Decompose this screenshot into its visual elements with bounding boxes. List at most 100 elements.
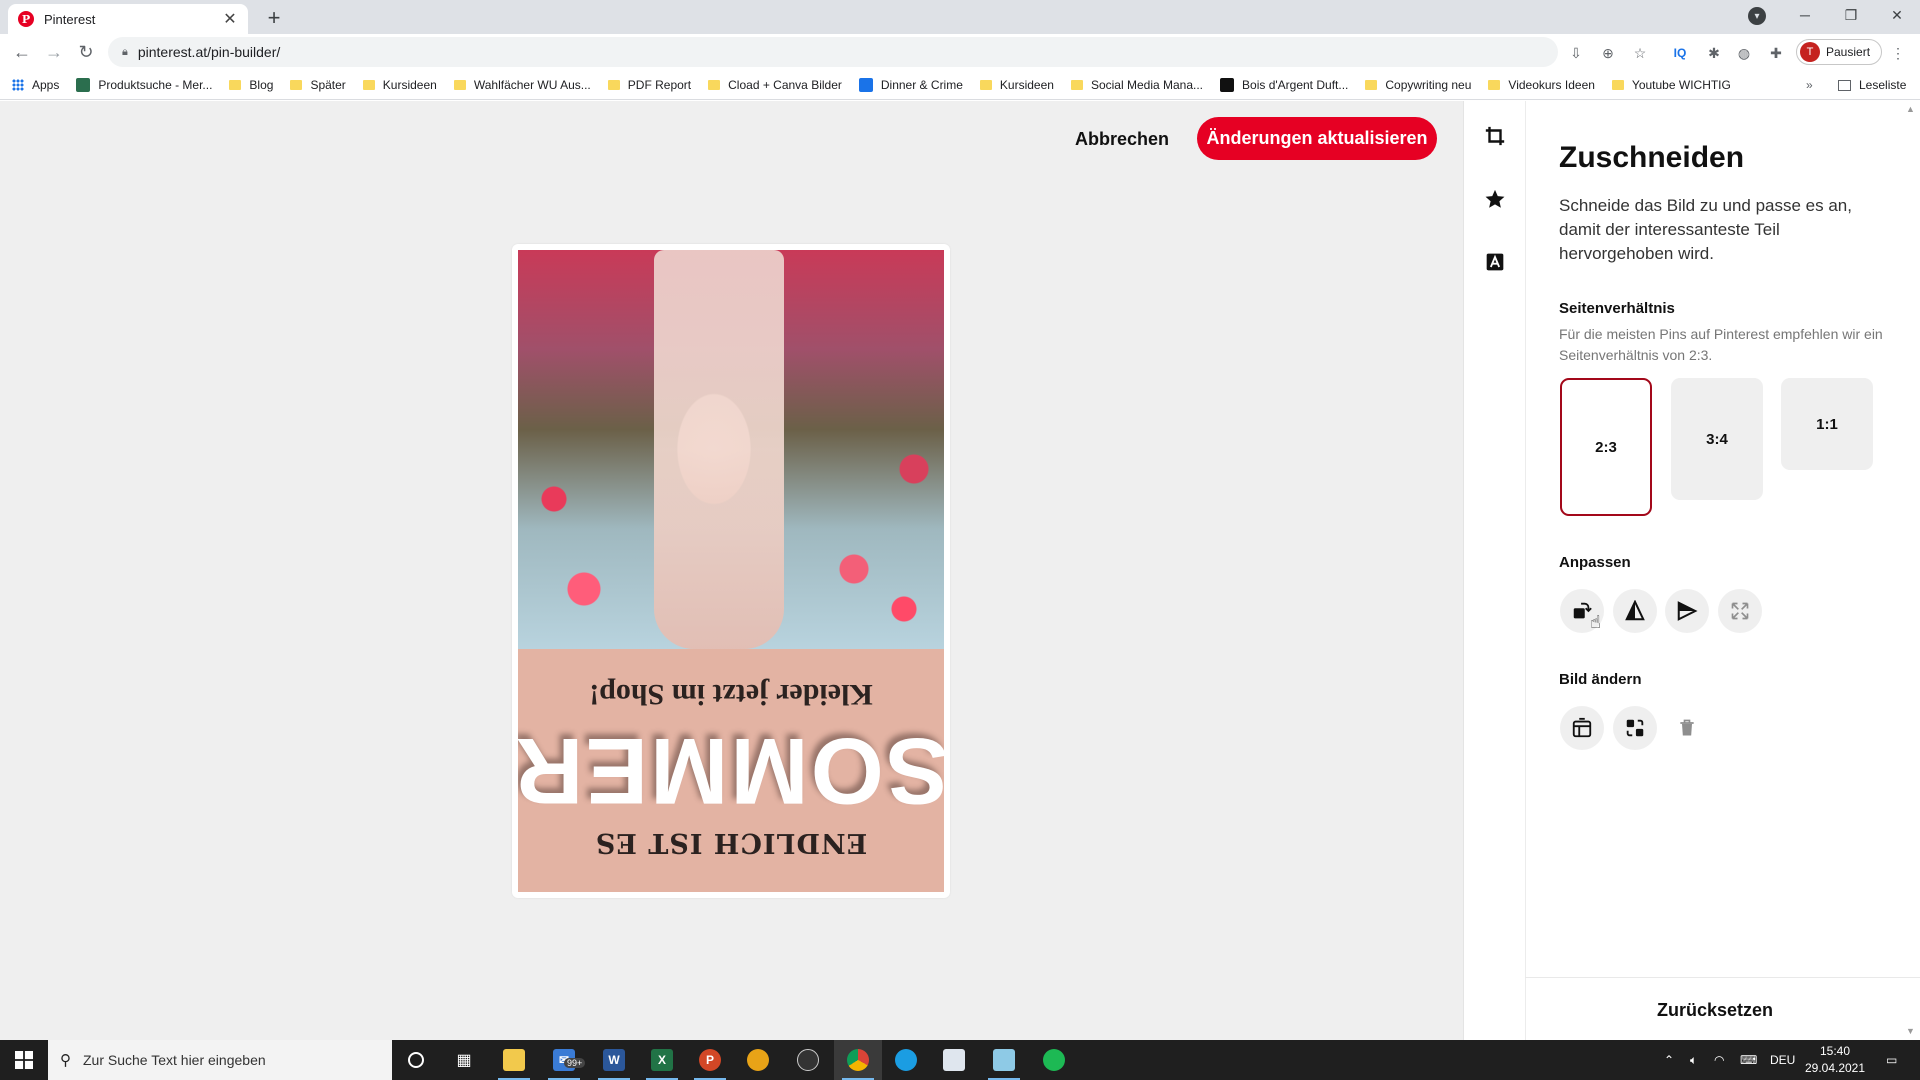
- reset-button[interactable]: Zurücksetzen: [1630, 995, 1800, 1025]
- taskbar-clock[interactable]: 15:40 29.04.2021: [1790, 1043, 1880, 1077]
- bookmark-item[interactable]: Kursideen: [362, 78, 437, 92]
- bookmark-item[interactable]: Kursideen: [979, 77, 1054, 92]
- bookmarks-overflow-icon[interactable]: »: [1806, 78, 1813, 92]
- bookmark-item[interactable]: Social Media Mana...: [1070, 78, 1203, 92]
- chrome-icon[interactable]: [834, 1040, 882, 1080]
- bookmark-item[interactable]: Blog: [229, 78, 273, 92]
- scroll-down-icon[interactable]: ▼: [1906, 1026, 1915, 1036]
- crop-icon[interactable]: [1464, 105, 1526, 167]
- star-icon[interactable]: [1464, 168, 1526, 230]
- tray-overflow-icon[interactable]: ⌃: [1664, 1040, 1674, 1080]
- edge-icon[interactable]: [882, 1040, 930, 1080]
- bookmark-apps[interactable]: Apps: [12, 78, 59, 92]
- pin-image: ENDLICH IST ES SOMMER Kleider jetzt im S…: [518, 250, 944, 892]
- excel-icon[interactable]: X: [638, 1040, 686, 1080]
- extensions-puzzle-icon[interactable]: ✚: [1766, 43, 1786, 63]
- update-changes-button[interactable]: Änderungen aktualisieren: [1197, 117, 1437, 160]
- address-bar[interactable]: 🔒︎ pinterest.at/pin-builder/: [108, 37, 1558, 67]
- extension-icon[interactable]: ✱: [1704, 43, 1724, 63]
- task-view-icon[interactable]: ▦: [440, 1040, 488, 1080]
- mail-badge: 99+: [564, 1058, 586, 1068]
- bookmark-item[interactable]: Dinner & Crime: [858, 77, 963, 92]
- extension-globe-icon[interactable]: ◍: [1734, 43, 1754, 63]
- powerpoint-icon[interactable]: P: [686, 1040, 734, 1080]
- ratio-2-3-button[interactable]: 2:3: [1560, 378, 1652, 516]
- obs-icon[interactable]: [784, 1040, 832, 1080]
- expand-button[interactable]: [1718, 589, 1762, 633]
- bookmark-item[interactable]: Bois d'Argent Duft...: [1220, 77, 1348, 92]
- minimize-button[interactable]: ─: [1782, 0, 1828, 30]
- keyboard-icon[interactable]: ⌨︎: [1740, 1040, 1757, 1080]
- new-tab-button[interactable]: +: [260, 5, 288, 33]
- cancel-button[interactable]: Abbrechen: [1067, 124, 1177, 154]
- taskbar-search-input[interactable]: ⚲ Zur Suche Text hier eingeben: [48, 1040, 392, 1080]
- bookmark-label: Kursideen: [999, 77, 1054, 92]
- bookmark-item[interactable]: Später: [290, 78, 346, 92]
- volume-icon[interactable]: 🔈︎: [1690, 1040, 1697, 1080]
- iq-extension-icon[interactable]: IQ: [1670, 43, 1690, 63]
- browser-toolbar: ← → ↻ 🔒︎ pinterest.at/pin-builder/ ⇩ ⊕ ☆…: [0, 34, 1920, 70]
- windows-logo-icon: [15, 1051, 33, 1069]
- profile-button[interactable]: T Pausiert: [1796, 39, 1882, 65]
- scroll-up-icon[interactable]: ▲: [1906, 104, 1915, 114]
- mail-icon[interactable]: ✉ 99+: [540, 1040, 588, 1080]
- tab-close-icon[interactable]: ✕: [222, 9, 238, 29]
- reading-list-icon: [1838, 79, 1851, 91]
- taskbar-search-placeholder: Zur Suche Text hier eingeben: [83, 1052, 266, 1068]
- flip-vertical-button[interactable]: [1613, 589, 1657, 633]
- back-arrow-icon[interactable]: ←: [10, 41, 34, 65]
- bookmark-label: Dinner & Crime: [880, 77, 963, 92]
- browser-menu-icon[interactable]: ⋮: [1888, 43, 1908, 63]
- word-icon[interactable]: W: [590, 1040, 638, 1080]
- ratio-3-4-button[interactable]: 3:4: [1671, 378, 1763, 500]
- cortana-icon[interactable]: [392, 1040, 440, 1080]
- bookmark-label: Videokurs Ideen: [1508, 77, 1595, 92]
- install-icon[interactable]: ⇩: [1566, 43, 1586, 63]
- bookmark-item[interactable]: PDF Report: [607, 78, 691, 92]
- forward-arrow-icon[interactable]: →: [42, 41, 66, 65]
- pin-text-area: ENDLICH IST ES SOMMER Kleider jetzt im S…: [518, 649, 944, 892]
- app-icon[interactable]: [734, 1040, 782, 1080]
- bookmark-label: Blog: [249, 77, 274, 92]
- replace-image-button[interactable]: [1560, 706, 1604, 750]
- site-icon: [1220, 77, 1235, 92]
- reading-list-button[interactable]: Leseliste: [1838, 70, 1906, 99]
- bookmark-item[interactable]: Videokurs Ideen: [1488, 78, 1595, 92]
- folder-icon: [229, 79, 242, 90]
- swap-image-button[interactable]: [1613, 706, 1657, 750]
- pin-headline-small: ENDLICH IST ES: [594, 827, 868, 858]
- panel-title: Zuschneiden: [1559, 141, 1745, 174]
- bookmark-item[interactable]: Copywriting neu: [1365, 78, 1471, 92]
- pin-subline: Kleider jetzt im Shop!: [589, 678, 873, 711]
- delete-image-button[interactable]: [1665, 706, 1709, 750]
- notepad-icon[interactable]: [980, 1040, 1028, 1080]
- bookmark-star-icon[interactable]: ☆: [1630, 43, 1650, 63]
- pin-photo-figure: [654, 250, 784, 649]
- pin-preview[interactable]: ENDLICH IST ES SOMMER Kleider jetzt im S…: [512, 244, 950, 898]
- close-window-button[interactable]: ✕: [1874, 0, 1920, 30]
- ratio-1-1-button[interactable]: 1:1: [1781, 378, 1873, 470]
- adjust-heading: Anpassen: [1559, 554, 1631, 571]
- spotify-icon[interactable]: [1030, 1040, 1078, 1080]
- bookmark-item[interactable]: Wahlfächer WU Aus...: [453, 78, 591, 92]
- bookmark-item[interactable]: Cload + Canva Bilder: [708, 78, 842, 92]
- site-icon: [858, 77, 873, 92]
- folder-icon: [1611, 79, 1624, 90]
- browser-tab-pinterest[interactable]: P Pinterest ✕: [8, 4, 248, 34]
- start-button[interactable]: [0, 1040, 48, 1080]
- bookmark-item[interactable]: Produktsuche - Mer...: [76, 77, 212, 92]
- file-explorer-icon[interactable]: [490, 1040, 538, 1080]
- bookmark-item[interactable]: Youtube WICHTIG: [1611, 78, 1731, 92]
- network-icon[interactable]: ◠: [1714, 1040, 1724, 1080]
- document-app-icon[interactable]: [930, 1040, 978, 1080]
- search-icon: ⚲: [60, 1052, 71, 1069]
- pin-headline: SOMMER: [518, 719, 944, 824]
- notification-icon[interactable]: ▭: [1886, 1040, 1897, 1080]
- text-icon[interactable]: [1464, 231, 1526, 293]
- reload-icon[interactable]: ↻: [74, 41, 98, 65]
- tab-search-icon[interactable]: ▾: [1748, 7, 1766, 25]
- flip-horizontal-button[interactable]: [1665, 589, 1709, 633]
- restore-button[interactable]: ❐: [1828, 0, 1874, 30]
- panel-description: Schneide das Bild zu und passe es an, da…: [1559, 196, 1852, 263]
- zoom-icon[interactable]: ⊕: [1598, 43, 1618, 63]
